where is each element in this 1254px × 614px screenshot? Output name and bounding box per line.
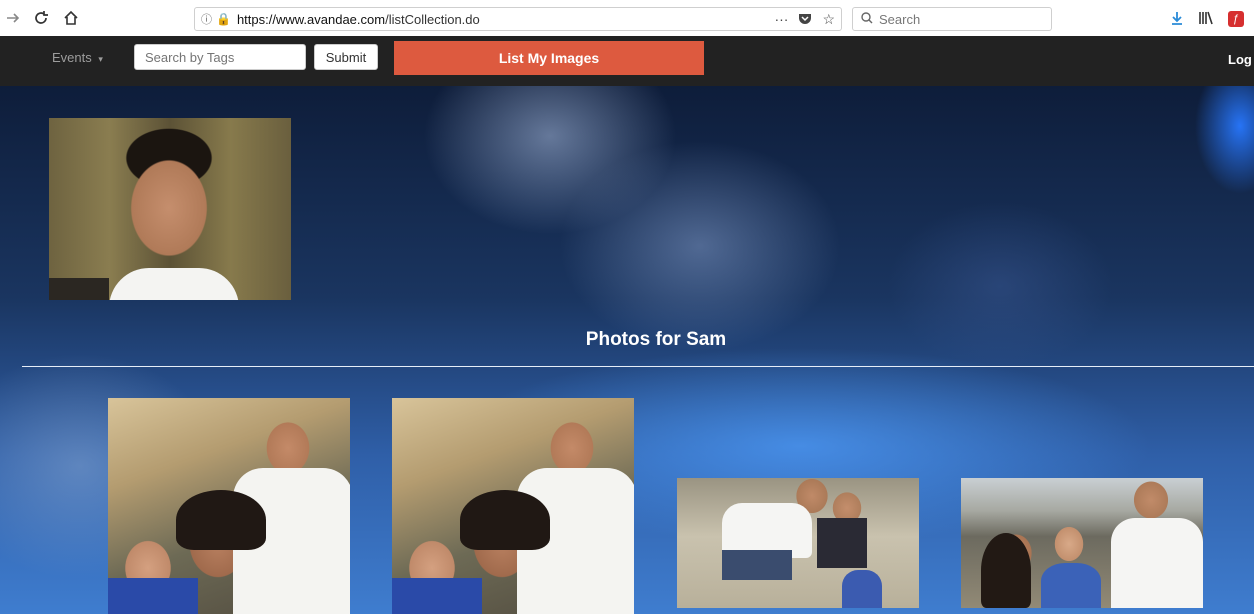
- gallery-photo-4[interactable]: [961, 478, 1203, 608]
- info-icon[interactable]: ⓘ: [201, 11, 212, 27]
- url-path: /listCollection.do: [385, 11, 480, 27]
- browser-toolbar: ⓘ 🔒 https://www.avandae.com/listCollecti…: [0, 0, 1254, 37]
- browser-search-field[interactable]: Search: [852, 7, 1052, 31]
- profile-photo-shirt: [109, 268, 239, 300]
- photo-child: [842, 570, 882, 608]
- submit-button[interactable]: Submit: [314, 44, 378, 70]
- photo-child: [1041, 563, 1101, 608]
- library-icon[interactable]: [1198, 11, 1214, 28]
- logout-link[interactable]: Log: [1228, 52, 1254, 67]
- events-dropdown[interactable]: Events ▾: [52, 50, 103, 65]
- arrow-right-icon[interactable]: [0, 5, 26, 31]
- home-icon[interactable]: [58, 5, 84, 31]
- flash-icon[interactable]: ƒ: [1228, 11, 1244, 27]
- tag-search-input[interactable]: [134, 44, 306, 70]
- lock-icon[interactable]: 🔒: [216, 12, 231, 26]
- gallery-photo-2[interactable]: [392, 398, 634, 614]
- divider: [22, 366, 1254, 367]
- photo-dress: [392, 578, 482, 614]
- star-icon[interactable]: ☆: [822, 11, 835, 28]
- toolbar-right: ƒ: [1170, 7, 1244, 31]
- profile-photo: [49, 118, 291, 300]
- url-text: https://www.avandae.com/listCollection.d…: [237, 12, 774, 27]
- page-title: Photos for Sam: [585, 329, 727, 350]
- browser-search-placeholder: Search: [879, 11, 921, 27]
- more-icon[interactable]: ···: [774, 11, 788, 28]
- url-bar[interactable]: ⓘ 🔒 https://www.avandae.com/listCollecti…: [194, 7, 842, 31]
- url-host: https://www.avandae.com: [236, 11, 386, 27]
- caret-down-icon: ▾: [98, 54, 103, 64]
- profile-photo-shoulder: [49, 278, 109, 300]
- gallery-photo-1[interactable]: [108, 398, 350, 614]
- photo-shirt: [1111, 518, 1203, 608]
- search-icon: [861, 11, 873, 27]
- site-navbar: Events ▾ Submit List My Images Log: [0, 36, 1254, 86]
- photo-hair: [176, 490, 266, 550]
- photo-dress: [108, 578, 198, 614]
- url-bar-actions: ··· ☆: [774, 11, 835, 28]
- main-content: Photos for Sam: [0, 86, 1254, 614]
- photo-dress: [817, 518, 867, 568]
- download-icon[interactable]: [1170, 11, 1184, 28]
- gallery-photo-3[interactable]: [677, 478, 919, 608]
- photo-hair: [460, 490, 550, 550]
- pocket-icon[interactable]: [798, 11, 812, 28]
- list-my-images-button[interactable]: List My Images: [394, 41, 704, 75]
- events-label: Events: [52, 50, 92, 65]
- photo-hair: [981, 533, 1031, 608]
- photo-jeans: [722, 550, 792, 580]
- reload-icon[interactable]: [28, 5, 54, 31]
